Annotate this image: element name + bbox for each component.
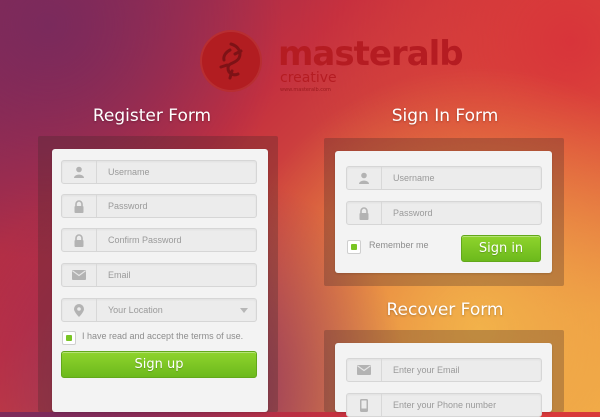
brand-sub: creative <box>280 70 337 86</box>
signin-username-placeholder: Username <box>393 173 435 183</box>
user-icon <box>62 161 97 183</box>
recover-phone-placeholder: Enter your Phone number <box>393 400 497 410</box>
terms-label: I have read and accept the terms of use. <box>82 331 244 341</box>
signin-password-placeholder: Password <box>393 208 433 218</box>
remember-label: Remember me <box>369 240 429 250</box>
user-icon <box>347 167 382 189</box>
signin-card: Username Password Remember me Sign in <box>335 151 552 273</box>
sign-up-button[interactable]: Sign up <box>61 351 257 378</box>
register-password-field[interactable]: Password <box>61 194 257 218</box>
register-email-placeholder: Email <box>108 270 131 280</box>
mail-icon <box>62 264 97 286</box>
register-location-placeholder: Your Location <box>108 305 163 315</box>
register-password-placeholder: Password <box>108 201 148 211</box>
register-card: Username Password Confirm Password Email… <box>52 149 268 412</box>
recover-email-placeholder: Enter your Email <box>393 365 460 375</box>
recover-phone-field[interactable]: Enter your Phone number <box>346 393 542 417</box>
register-location-select[interactable]: Your Location <box>61 298 257 322</box>
register-username-placeholder: Username <box>108 167 150 177</box>
signin-password-field[interactable]: Password <box>346 201 542 225</box>
recover-email-field[interactable]: Enter your Email <box>346 358 542 382</box>
terms-checkbox[interactable] <box>62 331 76 345</box>
phone-icon <box>347 394 382 416</box>
brand-tagline: www.masteralb.com <box>280 87 331 93</box>
brand-logo: masteralb creative www.masteralb.com <box>200 30 464 100</box>
brand-name: masteralb <box>278 34 464 74</box>
lizard-logo-icon <box>200 30 262 92</box>
mail-icon <box>347 359 382 381</box>
register-confirm-field[interactable]: Confirm Password <box>61 228 257 252</box>
location-pin-icon <box>62 299 97 321</box>
signin-username-field[interactable]: Username <box>346 166 542 190</box>
register-title: Register Form <box>92 106 212 126</box>
lock-icon <box>62 195 97 217</box>
remember-checkbox[interactable] <box>347 240 361 254</box>
lock-icon <box>62 229 97 251</box>
recover-card: Enter your Email Enter your Phone number <box>335 343 552 417</box>
register-email-field[interactable]: Email <box>61 263 257 287</box>
checkmark-icon <box>351 244 357 250</box>
register-username-field[interactable]: Username <box>61 160 257 184</box>
signin-title: Sign In Form <box>391 106 499 126</box>
register-confirm-placeholder: Confirm Password <box>108 235 182 245</box>
lock-icon <box>347 202 382 224</box>
checkmark-icon <box>66 335 72 341</box>
chevron-down-icon[interactable] <box>240 308 248 313</box>
sign-in-button[interactable]: Sign in <box>461 235 541 262</box>
recover-title: Recover Form <box>386 300 504 320</box>
